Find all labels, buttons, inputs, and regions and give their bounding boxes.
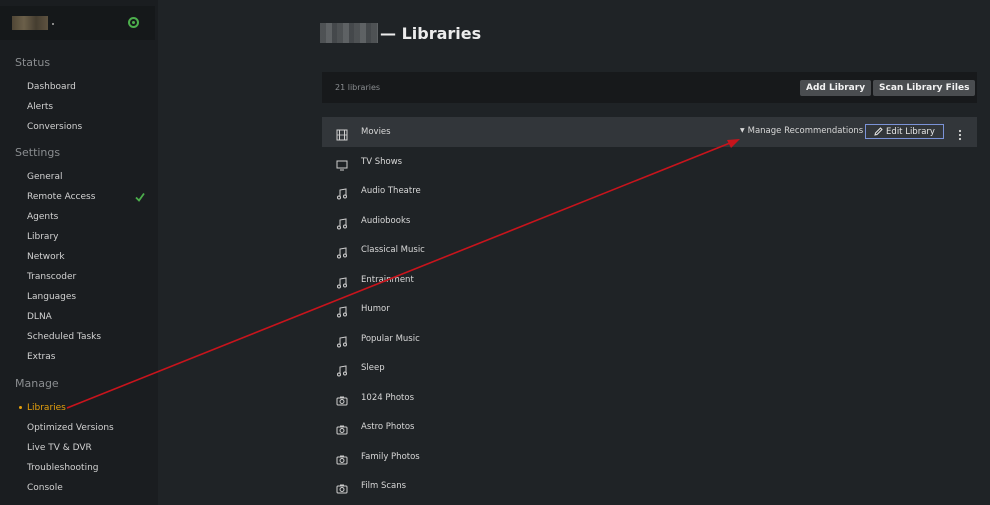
library-list: Movies ▼ Manage Recommendations Edit Librar… bbox=[322, 117, 977, 501]
server-name-redacted bbox=[12, 16, 48, 30]
sidebar-item-agents[interactable]: Agents bbox=[27, 212, 58, 222]
server-selector[interactable] bbox=[0, 6, 155, 40]
sidebar-item-library[interactable]: Library bbox=[27, 232, 58, 242]
library-row[interactable]: 1024 Photos bbox=[322, 383, 977, 413]
music-icon bbox=[336, 185, 348, 200]
sidebar-item-live-tv-dvr[interactable]: Live TV & DVR bbox=[27, 443, 92, 453]
sidebar-item-dlna[interactable]: DLNA bbox=[27, 312, 52, 322]
music-icon bbox=[336, 215, 348, 229]
server-online-icon bbox=[128, 17, 139, 28]
library-label[interactable]: Entrainment bbox=[361, 275, 414, 285]
sidebar-item-dashboard[interactable]: Dashboard bbox=[27, 82, 76, 92]
sidebar-item-remote-access[interactable]: Remote Access bbox=[27, 192, 95, 202]
sidebar-item-console[interactable]: Console bbox=[27, 483, 63, 493]
film-icon bbox=[336, 126, 348, 141]
camera-icon bbox=[336, 451, 348, 464]
library-row[interactable]: Classical Music bbox=[322, 235, 977, 265]
library-row[interactable]: Film Scans bbox=[322, 471, 977, 501]
section-title-status: Status bbox=[15, 56, 51, 69]
library-row[interactable]: Movies ▼ Manage Recommendations Edit Librar… bbox=[322, 117, 977, 147]
library-row[interactable]: Humor bbox=[322, 294, 977, 324]
sidebar-item-languages[interactable]: Languages bbox=[27, 292, 76, 302]
caret-down-icon: ▼ bbox=[740, 127, 745, 134]
server-separator bbox=[52, 23, 54, 25]
library-label[interactable]: Audio Theatre bbox=[361, 186, 421, 196]
camera-icon bbox=[336, 421, 348, 435]
library-row[interactable]: Astro Photos bbox=[322, 412, 977, 442]
edit-library-label: Edit Library bbox=[886, 126, 935, 137]
camera-icon bbox=[336, 392, 348, 405]
sidebar-item-alerts[interactable]: Alerts bbox=[27, 102, 53, 112]
sidebar-item-general[interactable]: General bbox=[27, 172, 62, 182]
sidebar-item-troubleshooting[interactable]: Troubleshooting bbox=[27, 463, 99, 473]
library-row[interactable]: Family Photos bbox=[322, 442, 977, 472]
tv-icon bbox=[336, 156, 348, 170]
music-icon bbox=[336, 303, 348, 318]
sidebar-item-network[interactable]: Network bbox=[27, 252, 65, 262]
library-label[interactable]: Popular Music bbox=[361, 334, 420, 344]
sidebar-item-conversions[interactable]: Conversions bbox=[27, 122, 82, 132]
library-row[interactable]: Entrainment bbox=[322, 265, 977, 295]
edit-library-button[interactable]: Edit Library bbox=[865, 124, 944, 139]
active-indicator bbox=[19, 406, 22, 409]
music-icon bbox=[336, 362, 348, 377]
section-title-settings: Settings bbox=[15, 146, 61, 159]
sidebar-item-scheduled-tasks[interactable]: Scheduled Tasks bbox=[27, 332, 101, 342]
library-label[interactable]: Film Scans bbox=[361, 481, 406, 491]
manage-recommendations-button[interactable]: ▼ Manage Recommendations bbox=[740, 126, 863, 136]
library-row[interactable]: Sleep bbox=[322, 353, 977, 383]
manage-recommendations-label: Manage Recommendations bbox=[747, 126, 864, 136]
sidebar-item-extras[interactable]: Extras bbox=[27, 352, 55, 362]
checkmark-icon bbox=[135, 192, 145, 202]
camera-icon bbox=[336, 480, 348, 494]
music-icon bbox=[336, 244, 348, 259]
library-label[interactable]: Humor bbox=[361, 304, 390, 314]
library-label[interactable]: 1024 Photos bbox=[361, 393, 414, 403]
library-row[interactable]: Audiobooks bbox=[322, 206, 977, 236]
library-row[interactable]: TV Shows bbox=[322, 147, 977, 177]
library-count: 21 libraries bbox=[335, 83, 381, 92]
library-label[interactable]: Astro Photos bbox=[361, 422, 414, 432]
library-row[interactable]: Popular Music bbox=[322, 324, 977, 354]
library-label[interactable]: Sleep bbox=[361, 363, 385, 373]
sidebar-item-transcoder[interactable]: Transcoder bbox=[27, 272, 76, 282]
page-header: — Libraries bbox=[320, 22, 481, 44]
library-toolbar: 21 libraries Add Library Scan Library Fi… bbox=[322, 72, 977, 103]
sidebar: Status Dashboard Alerts Conversions Sett… bbox=[0, 0, 158, 505]
page-title: — Libraries bbox=[380, 23, 482, 43]
music-icon bbox=[336, 274, 348, 288]
library-label[interactable]: Classical Music bbox=[361, 245, 425, 255]
pencil-icon bbox=[874, 127, 883, 136]
section-title-manage: Manage bbox=[15, 377, 59, 390]
add-library-button[interactable]: Add Library bbox=[800, 80, 872, 96]
library-label[interactable]: Movies bbox=[361, 127, 391, 137]
server-name-redacted bbox=[320, 23, 378, 43]
more-options-icon[interactable] bbox=[958, 126, 962, 141]
library-label[interactable]: Family Photos bbox=[361, 452, 420, 462]
music-icon bbox=[336, 333, 348, 347]
sidebar-item-optimized-versions[interactable]: Optimized Versions bbox=[27, 423, 114, 433]
scan-library-files-button[interactable]: Scan Library Files bbox=[873, 80, 976, 96]
library-row[interactable]: Audio Theatre bbox=[322, 176, 977, 206]
library-label[interactable]: Audiobooks bbox=[361, 216, 410, 226]
library-label[interactable]: TV Shows bbox=[361, 157, 402, 167]
sidebar-item-libraries[interactable]: Libraries bbox=[27, 403, 66, 413]
